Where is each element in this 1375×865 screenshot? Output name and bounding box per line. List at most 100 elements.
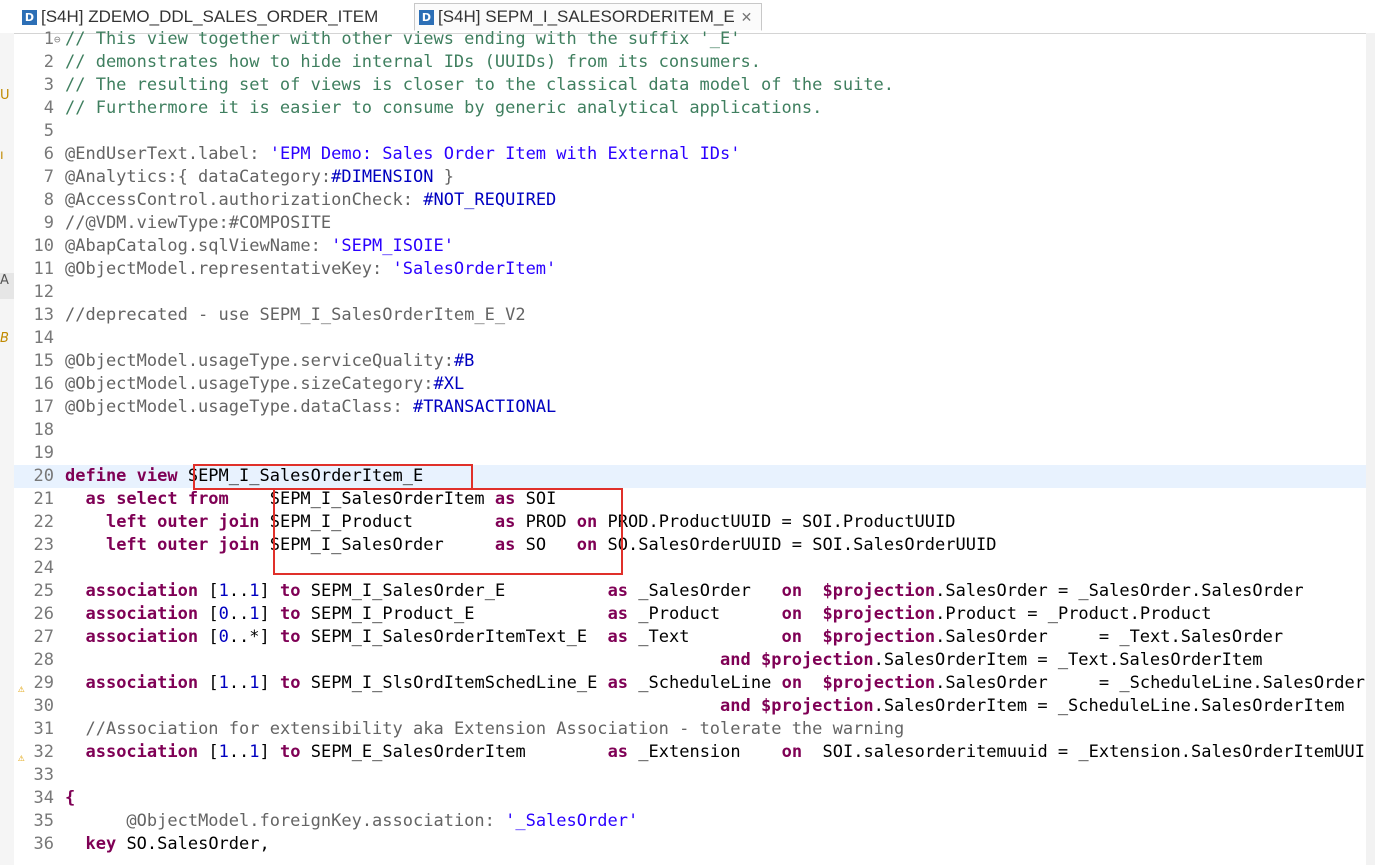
line-number: 34 [33, 788, 54, 808]
code-text: { [65, 788, 76, 808]
line-number: 7 [43, 167, 54, 187]
line-number: 6 [43, 144, 54, 164]
line-number: 1 [43, 29, 54, 49]
code-line[interactable]: 16 @ObjectModel.usageType.sizeCategory:#X… [14, 373, 1366, 396]
code-line[interactable]: 7 @Analytics:{ dataCategory:#DIMENSION } [14, 166, 1366, 189]
code-line[interactable]: 31 //Association for extensibility aka E… [14, 718, 1366, 741]
tab-zdemo-ddl-sales-order-item[interactable]: D [S4H] ZDEMO_DDL_SALES_ORDER_ITEM [18, 3, 410, 31]
line-number: 2 [43, 52, 54, 72]
line-number: 22 [33, 512, 54, 532]
close-icon[interactable]: ✕ [741, 9, 753, 26]
line-number: 11 [33, 259, 54, 279]
code-text: and $projection.SalesOrderItem = _Schedu… [720, 696, 1345, 716]
highlight-box-data-sources [273, 488, 623, 575]
line-number: 12 [33, 282, 54, 302]
code-line[interactable]: 29 ⚠ association [1..1] to SEPM_I_SlsOrdI… [14, 672, 1366, 695]
line-number: 35 [33, 811, 54, 831]
gutter-marker: U [0, 88, 10, 103]
line-number: 9 [43, 213, 54, 233]
line-number: 14 [33, 328, 54, 348]
left-gutter: U ı A B [0, 33, 14, 865]
code-line[interactable]: 4 // Furthermore it is easier to consume … [14, 97, 1366, 120]
code-text: //@VDM.viewType:#COMPOSITE [65, 213, 332, 233]
code-text: association [1..1] to SEPM_I_SalesOrder_… [85, 581, 1304, 601]
code-text: @ObjectModel.foreignKey.association: '_S… [126, 811, 639, 831]
code-line[interactable]: 6 @EndUserText.label: 'EPM Demo: Sales Or… [14, 143, 1366, 166]
line-number: 33 [33, 765, 54, 785]
code-line[interactable]: 12 [14, 281, 1366, 304]
code-text: @ObjectModel.representativeKey: 'SalesOr… [65, 259, 557, 279]
line-number: 17 [33, 397, 54, 417]
code-line[interactable]: 24 [14, 557, 1366, 580]
code-line[interactable]: 11 @ObjectModel.representativeKey: 'Sales… [14, 258, 1366, 281]
line-number: 16 [33, 374, 54, 394]
code-line[interactable]: 25 association [1..1] to SEPM_I_SalesOrd… [14, 580, 1366, 603]
code-text: @EndUserText.label: 'EPM Demo: Sales Ord… [65, 144, 741, 164]
code-line[interactable]: 14 [14, 327, 1366, 350]
code-line[interactable]: 21 as select from SEPM_I_SalesOrderItem … [14, 488, 1366, 511]
code-line[interactable]: 15 @ObjectModel.usageType.serviceQuality:… [14, 350, 1366, 373]
code-line[interactable]: 32 ⚠ association [1..1] to SEPM_E_SalesOr… [14, 741, 1375, 764]
ddl-source-icon: D [22, 9, 37, 25]
code-editor[interactable]: 1 ⊖// This view together with other views… [14, 28, 1375, 856]
line-number: 27 [33, 627, 54, 647]
code-line[interactable]: 26 association [0..1] to SEPM_I_Product_… [14, 603, 1366, 626]
line-number: 10 [33, 236, 54, 256]
code-text: // The resulting set of views is closer … [65, 75, 895, 95]
code-line[interactable]: 3 // The resulting set of views is closer… [14, 74, 1366, 97]
line-number: 8 [43, 190, 54, 210]
tab-label: [S4H] ZDEMO_DDL_SALES_ORDER_ITEM [41, 7, 379, 26]
code-text: @AccessControl.authorizationCheck: #NOT_… [65, 190, 557, 210]
code-line[interactable]: 28 and $projection.SalesOrderItem = _Tex… [14, 649, 1366, 672]
code-text: @ObjectModel.usageType.sizeCategory:#XL [65, 374, 465, 394]
line-number: 23 [33, 535, 54, 555]
code-line[interactable]: 17 @ObjectModel.usageType.dataClass: #TRA… [14, 396, 1366, 419]
line-number: 15 [33, 351, 54, 371]
code-line[interactable]: 30 and $projection.SalesOrderItem = _Sch… [14, 695, 1366, 718]
code-line[interactable]: 22 left outer join SEPM_I_Product as PRO… [14, 511, 1366, 534]
code-text: //deprecated - use SEPM_I_SalesOrderItem… [65, 305, 526, 325]
code-line[interactable]: 2 // demonstrates how to hide internal ID… [14, 51, 1366, 74]
line-number: 19 [33, 443, 54, 463]
line-number: 25 [33, 581, 54, 601]
code-text: // demonstrates how to hide internal IDs… [65, 52, 761, 72]
code-line[interactable]: 8 @AccessControl.authorizationCheck: #NOT… [14, 189, 1366, 212]
line-number: 3 [43, 75, 54, 95]
code-line[interactable]: 9 //@VDM.viewType:#COMPOSITE [14, 212, 1366, 235]
line-number: 31 [33, 719, 54, 739]
code-line[interactable]: 18 [14, 419, 1366, 442]
code-line[interactable]: 35 @ObjectModel.foreignKey.association: … [14, 810, 1366, 833]
code-text: // This view together with other views e… [65, 29, 741, 49]
line-number: 30 [33, 696, 54, 716]
line-number: 28 [33, 650, 54, 670]
line-number: 24 [33, 558, 54, 578]
code-line[interactable]: 1 ⊖// This view together with other views… [14, 28, 1366, 51]
code-line[interactable]: 33 [14, 764, 1366, 787]
gutter-marker: A [0, 273, 14, 299]
code-text: @ObjectModel.usageType.dataClass: #TRANS… [65, 397, 557, 417]
line-number: 13 [33, 305, 54, 325]
ddl-source-icon: D [419, 9, 434, 25]
code-text: and $projection.SalesOrderItem = _Text.S… [720, 650, 1263, 670]
line-number: 5 [43, 121, 54, 141]
code-line[interactable]: 34 { [14, 787, 1366, 810]
code-text: // Furthermore it is easier to consume b… [65, 98, 823, 118]
code-line[interactable]: 5 [14, 120, 1366, 143]
code-line[interactable]: 13 //deprecated - use SEPM_I_SalesOrderIt… [14, 304, 1366, 327]
highlight-box-view-name [193, 464, 473, 490]
code-text: //Association for extensibility aka Exte… [85, 719, 905, 739]
code-line[interactable]: 23 left outer join SEPM_I_SalesOrder as … [14, 534, 1366, 557]
code-line[interactable]: 27 association [0..*] to SEPM_I_SalesOrd… [14, 626, 1366, 649]
code-text: @Analytics:{ dataCategory:#DIMENSION } [65, 167, 454, 187]
code-line[interactable]: 36 key SO.SalesOrder, [14, 833, 1366, 856]
code-line[interactable]: 10 @AbapCatalog.sqlViewName: 'SEPM_ISOIE' [14, 235, 1366, 258]
line-number: 26 [33, 604, 54, 624]
code-text: association [0..1] to SEPM_I_Product_E a… [85, 604, 1212, 624]
line-number: 21 [33, 489, 54, 509]
code-text: @AbapCatalog.sqlViewName: 'SEPM_ISOIE' [65, 236, 454, 256]
code-line[interactable]: 19 [14, 442, 1366, 465]
tab-sepm-i-salesorderitem-e[interactable]: D [S4H] SEPM_I_SALESORDERITEM_E ✕ [414, 3, 762, 31]
fold-toggle-icon[interactable]: ⊖ [54, 28, 61, 51]
line-number: 18 [33, 420, 54, 440]
vertical-scrollbar[interactable] [1366, 33, 1375, 865]
